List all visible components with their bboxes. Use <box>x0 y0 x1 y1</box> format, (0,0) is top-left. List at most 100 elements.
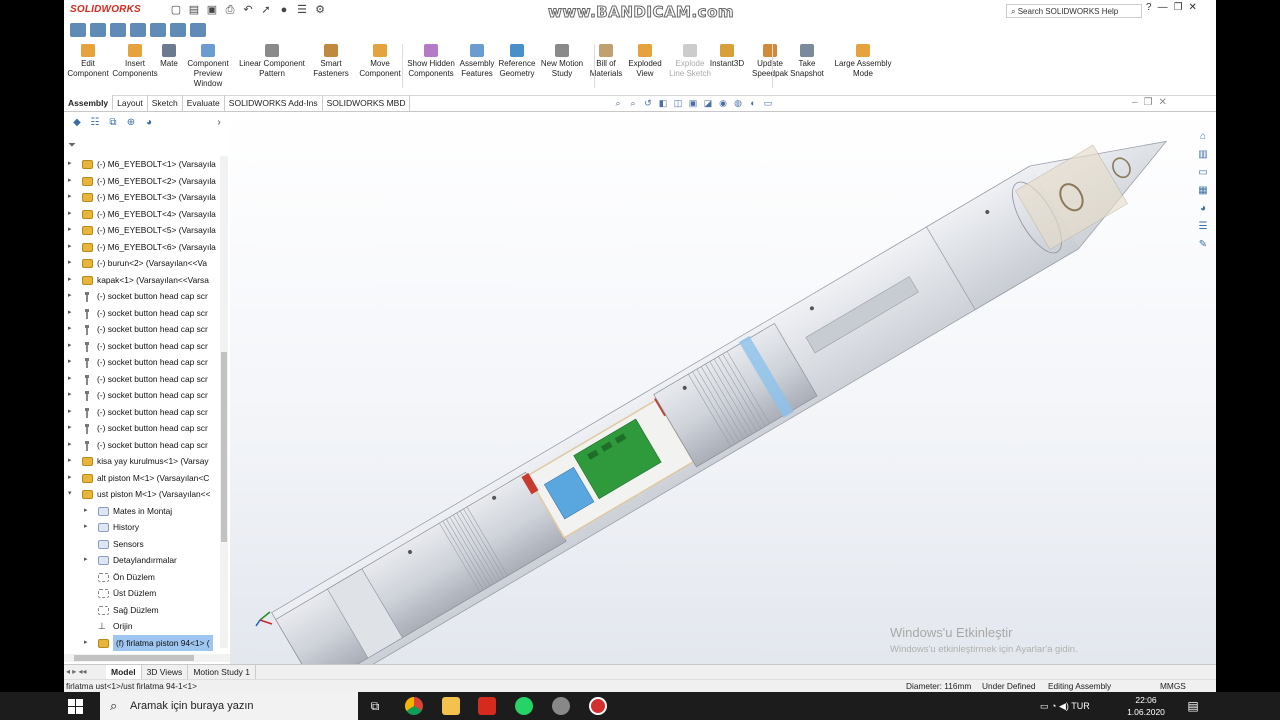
expand-arrow-icon[interactable]: ▸ <box>68 239 76 256</box>
zoom-fit-icon[interactable]: ⌕ <box>612 97 624 109</box>
cmd-snapshot-button[interactable]: Take Snapshot <box>788 44 826 79</box>
tree-item[interactable]: ▸ alt piston M<1> (Varsayılan<C <box>64 470 218 487</box>
viewport-restore-icon[interactable]: ❐ <box>1144 97 1159 108</box>
tree-item[interactable]: Sağ Düzlem <box>64 602 218 619</box>
tree-item[interactable]: ▸ (-) M6_EYEBOLT<3> (Varsayıla <box>64 189 218 206</box>
file-explorer-taskbar-icon[interactable] <box>442 697 460 715</box>
viewport-close-icon[interactable]: ✕ <box>1159 97 1173 108</box>
display-manager-tab-icon[interactable]: ◕ <box>142 116 156 130</box>
whatsapp-icon[interactable] <box>515 697 533 715</box>
tree-item[interactable]: ⊥ Orijin <box>64 618 218 635</box>
language-indicator[interactable]: TUR <box>1071 701 1090 711</box>
tree-item[interactable]: ▸ (-) socket button head cap scr <box>64 371 218 388</box>
tree-vertical-scrollbar[interactable] <box>220 156 228 648</box>
tree-item[interactable]: ▸ (-) socket button head cap scr <box>64 404 218 421</box>
tree-item[interactable]: ▸ (-) socket button head cap scr <box>64 338 218 355</box>
expand-arrow-icon[interactable]: ▸ <box>68 354 76 371</box>
collapse-arrow-icon[interactable]: ▾ <box>68 486 76 503</box>
hide-show-icon[interactable]: ◉ <box>717 97 729 109</box>
tree-item[interactable]: ▸ (-) M6_EYEBOLT<6> (Varsayıla <box>64 239 218 256</box>
tree-item[interactable]: Sensors <box>64 536 218 553</box>
expand-arrow-icon[interactable]: ▸ <box>68 305 76 322</box>
tree-item[interactable]: ▸ kapak<1> (Varsayılan<<Varsa <box>64 272 218 289</box>
design-library-icon[interactable]: ▥ <box>1196 148 1210 162</box>
help-icon[interactable]: ? <box>1146 2 1152 13</box>
tab-evaluate[interactable]: Evaluate <box>183 95 225 111</box>
expand-arrow-icon[interactable]: ▸ <box>84 552 92 569</box>
expand-arrow-icon[interactable]: ▸ <box>68 453 76 470</box>
select-icon[interactable]: ➚ <box>258 3 274 18</box>
scene-icon[interactable]: ◐ <box>747 97 759 109</box>
tree-horizontal-scrollbar[interactable] <box>64 654 230 662</box>
custom-properties-icon[interactable]: ☰ <box>1196 220 1210 234</box>
filter-icon[interactable]: ⏷ <box>68 140 76 151</box>
rebuild-icon[interactable]: ● <box>276 3 292 18</box>
edit-appearance-icon[interactable]: ◍ <box>732 97 744 109</box>
minimize-button[interactable]: — <box>1158 2 1168 13</box>
tree-item[interactable]: ▸ (-) socket button head cap scr <box>64 387 218 404</box>
app-taskbar-icon[interactable] <box>552 697 570 715</box>
expand-arrow-icon[interactable]: ▸ <box>68 338 76 355</box>
property-manager-tab-icon[interactable]: ☷ <box>88 116 102 130</box>
expand-arrow-icon[interactable]: ▸ <box>68 321 76 338</box>
expand-arrow-icon[interactable]: ▸ <box>84 503 92 520</box>
view-cube-icon[interactable] <box>90 23 106 37</box>
tree-item[interactable]: ▸ Detaylandırmalar <box>64 552 218 569</box>
file-explorer-icon[interactable]: ▭ <box>1196 166 1210 180</box>
tree-item[interactable]: ▸ (-) socket button head cap scr <box>64 354 218 371</box>
display-style-icon[interactable]: ◪ <box>702 97 714 109</box>
panel-expand-arrow-icon[interactable]: › <box>212 116 226 130</box>
solidworks-resources-icon[interactable]: ⌂ <box>1196 130 1210 144</box>
zoom-area-icon[interactable]: ⌕ <box>627 97 639 109</box>
tree-item[interactable]: ▾ ust piston M<1> (Varsayılan<< <box>64 486 218 503</box>
previous-view-icon[interactable]: ↺ <box>642 97 654 109</box>
scroll-thumb-h[interactable] <box>74 655 194 661</box>
tree-item[interactable]: ▸ (-) M6_EYEBOLT<4> (Varsayıla <box>64 206 218 223</box>
tree-item[interactable]: ▸ (f) firlatma piston 94<1> ( <box>64 634 218 651</box>
expand-arrow-icon[interactable]: ▸ <box>68 156 76 173</box>
file-properties-icon[interactable]: ☰ <box>294 3 310 18</box>
view-iso-icon[interactable] <box>170 23 186 37</box>
undo-icon[interactable]: ↶ <box>240 3 256 18</box>
new-file-icon[interactable]: ▢ <box>168 3 184 18</box>
cmd-insert-components-button[interactable]: Insert Components <box>112 44 158 79</box>
options-gear-icon[interactable]: ⚙ <box>312 3 328 18</box>
expand-arrow-icon[interactable]: ▸ <box>68 371 76 388</box>
save-icon[interactable]: ▣ <box>204 3 220 18</box>
expand-arrow-icon[interactable]: ▸ <box>84 519 92 536</box>
tree-item[interactable]: ▸ History <box>64 519 218 536</box>
expand-arrow-icon[interactable]: ▸ <box>68 272 76 289</box>
tab-solidworks-add-ins[interactable]: SOLIDWORKS Add-Ins <box>225 95 323 111</box>
task-view-icon[interactable]: ⧉ <box>366 697 384 715</box>
bottom-tab-motion-study-1[interactable]: Motion Study 1 <box>188 665 257 679</box>
tree-item[interactable]: ▸ (-) M6_EYEBOLT<1> (Varsayıla <box>64 156 218 173</box>
tree-item[interactable]: Üst Düzlem <box>64 585 218 602</box>
tree-item[interactable]: ▸ (-) M6_EYEBOLT<2> (Varsayıla <box>64 173 218 190</box>
forum-icon[interactable]: ✎ <box>1196 238 1210 252</box>
tree-item[interactable]: ▸ (-) socket button head cap scr <box>64 420 218 437</box>
tree-item[interactable]: ▸ (-) socket button head cap scr <box>64 305 218 322</box>
tree-item[interactable]: ▸ (-) M6_EYEBOLT<5> (Varsayıla <box>64 222 218 239</box>
cmd-mate-button[interactable]: Mate <box>158 44 180 69</box>
tab-sketch[interactable]: Sketch <box>148 95 183 111</box>
taskbar-search-input[interactable]: ⌕ Aramak için buraya yazın <box>100 692 358 720</box>
cmd-large-assembly-button[interactable]: Large Assembly Mode <box>826 44 900 79</box>
tab-layout[interactable]: Layout <box>113 95 148 111</box>
appearances-icon[interactable]: ◕ <box>1196 202 1210 216</box>
configuration-manager-tab-icon[interactable]: ⧉ <box>106 116 120 130</box>
dynamic-annotation-icon[interactable]: ◫ <box>672 97 684 109</box>
cmd-edit-component-button[interactable]: Edit Component <box>66 44 110 79</box>
scroll-thumb[interactable] <box>221 352 227 542</box>
bottom-tab-3d-views[interactable]: 3D Views <box>142 665 189 679</box>
notifications-icon[interactable]: ▤ <box>1184 697 1202 715</box>
graphics-area[interactable] <box>230 112 1216 664</box>
expand-arrow-icon[interactable]: ▸ <box>68 387 76 404</box>
expand-arrow-icon[interactable]: ▸ <box>68 420 76 437</box>
tree-item[interactable]: ▸ Mates in Montaj <box>64 503 218 520</box>
expand-arrow-icon[interactable]: ▸ <box>68 288 76 305</box>
cmd-motion-study-button[interactable]: New Motion Study <box>538 44 586 79</box>
expand-arrow-icon[interactable]: ▸ <box>68 173 76 190</box>
bottom-tab-model[interactable]: Model <box>106 665 142 679</box>
tree-item[interactable]: ▸ kisa yay kurulmus<1> (Varsay <box>64 453 218 470</box>
expand-arrow-icon[interactable]: ▸ <box>68 189 76 206</box>
